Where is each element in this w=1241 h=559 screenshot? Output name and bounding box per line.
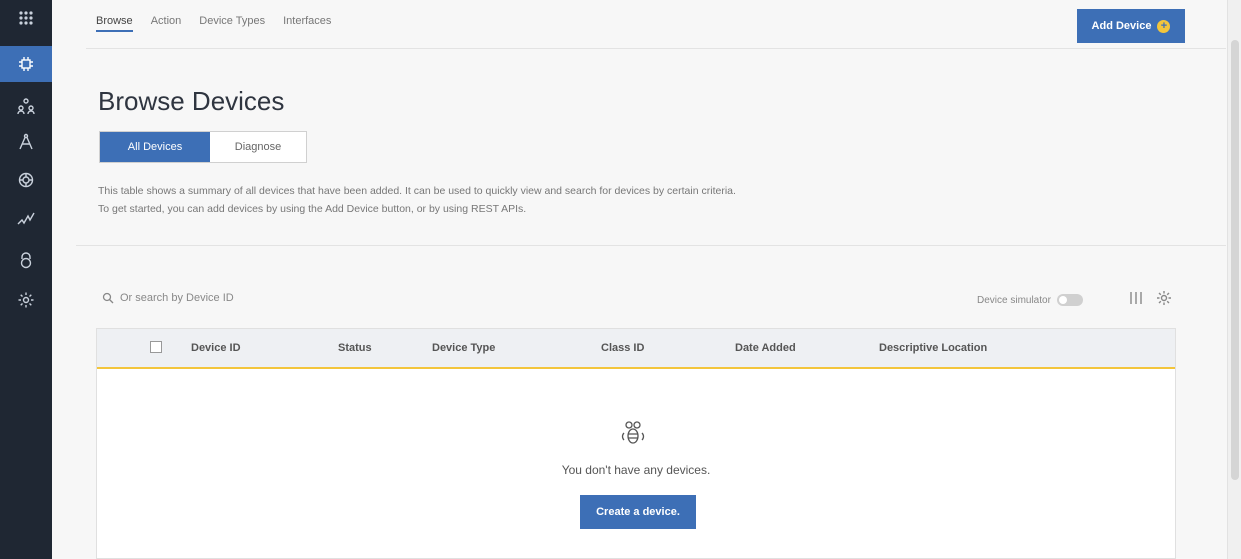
- create-device-button[interactable]: Create a device.: [580, 495, 696, 529]
- bee-icon: [618, 417, 648, 447]
- devices-table: Device ID Status Device Type Class ID Da…: [96, 328, 1176, 559]
- members-icon[interactable]: [0, 88, 52, 124]
- search-icon: [102, 292, 114, 304]
- page-title: Browse Devices: [98, 86, 285, 116]
- page-description: This table shows a summary of all device…: [98, 185, 736, 215]
- table-header: Device ID Status Device Type Class ID Da…: [97, 329, 1175, 369]
- columns-icon[interactable]: [1127, 289, 1145, 307]
- tab-action[interactable]: Action: [151, 15, 182, 32]
- column-header[interactable]: Device Type: [432, 342, 495, 354]
- column-header[interactable]: Descriptive Location: [879, 342, 987, 354]
- divider: [76, 245, 1226, 246]
- divider: [86, 48, 1226, 49]
- add-device-button[interactable]: Add Device +: [1077, 9, 1185, 43]
- device-filter-switcher: All Devices Diagnose: [99, 131, 307, 163]
- all-devices-tab[interactable]: All Devices: [100, 132, 210, 162]
- diagnose-tab[interactable]: Diagnose: [210, 132, 306, 162]
- empty-state-message: You don't have any devices.: [561, 463, 711, 477]
- device-simulator-control: Device simulator: [977, 294, 1083, 306]
- settings-icon[interactable]: [0, 282, 52, 318]
- left-sidebar: [0, 0, 52, 559]
- column-header[interactable]: Class ID: [601, 342, 644, 354]
- simulator-label: Device simulator: [977, 294, 1051, 306]
- select-all-checkbox[interactable]: [150, 341, 162, 353]
- simulator-toggle[interactable]: [1056, 294, 1083, 306]
- column-header[interactable]: Date Added: [735, 342, 796, 354]
- usage-icon[interactable]: [0, 200, 52, 236]
- extensions-icon[interactable]: [0, 162, 52, 198]
- security-icon[interactable]: [0, 242, 52, 278]
- top-navigation: Browse Action Device Types Interfaces: [96, 15, 331, 32]
- devices-icon[interactable]: [0, 46, 52, 82]
- table-settings-icon[interactable]: [1155, 289, 1173, 307]
- tab-device-types[interactable]: Device Types: [199, 15, 265, 32]
- vertical-scrollbar[interactable]: [1227, 0, 1241, 559]
- plus-icon: +: [1157, 19, 1171, 33]
- column-header[interactable]: Status: [338, 342, 372, 354]
- apps-grid-icon[interactable]: [0, 0, 52, 36]
- tab-interfaces[interactable]: Interfaces: [283, 15, 331, 32]
- rules-icon[interactable]: [0, 124, 52, 160]
- add-device-label: Add Device: [1091, 20, 1152, 32]
- tab-browse[interactable]: Browse: [96, 15, 133, 32]
- main-content: Browse Action Device Types Interfaces Ad…: [52, 0, 1227, 559]
- column-header[interactable]: Device ID: [191, 342, 241, 354]
- scrollbar-thumb[interactable]: [1231, 40, 1239, 480]
- search-field[interactable]: Or search by Device ID: [102, 292, 234, 304]
- search-placeholder: Or search by Device ID: [120, 292, 234, 304]
